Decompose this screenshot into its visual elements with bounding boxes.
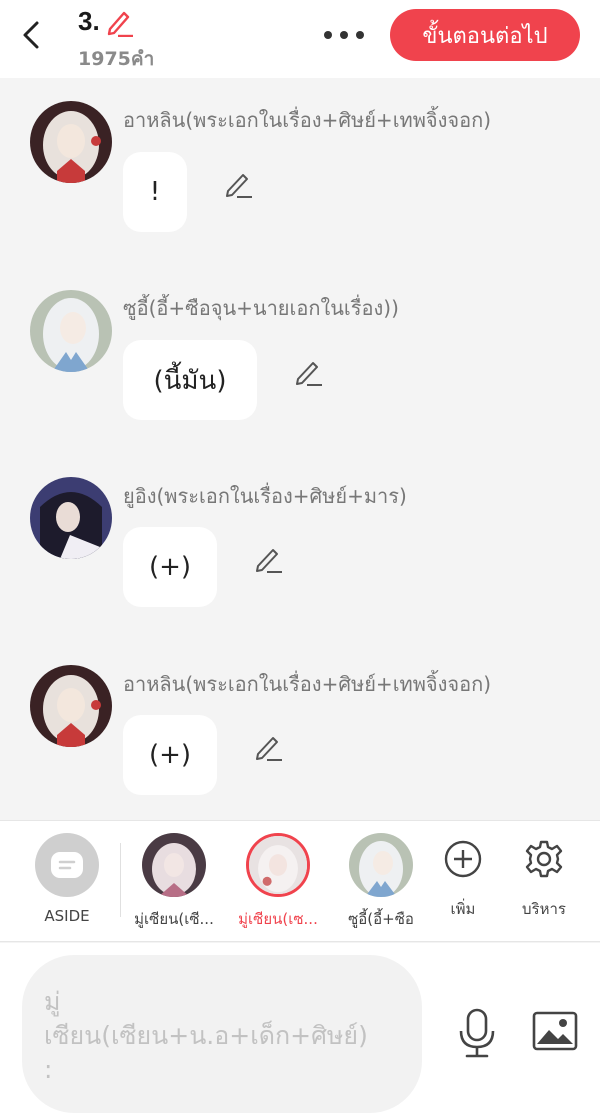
avatar[interactable] [30, 477, 112, 559]
image-icon[interactable] [532, 1011, 578, 1051]
avatar [349, 833, 413, 897]
placeholder-line: มู่ [44, 987, 61, 1016]
gear-icon [525, 840, 563, 878]
next-step-button[interactable]: ขั้นตอนต่อไป [390, 9, 580, 61]
chapter-title: 3. [78, 6, 134, 37]
add-label: เพิ่ม [450, 900, 476, 918]
manage-button[interactable]: บริหาร [510, 839, 578, 921]
add-character-button[interactable]: เพิ่ม [434, 839, 492, 921]
aside-icon [35, 833, 99, 897]
character-label: มู่เซียน(เซี... [134, 910, 214, 928]
character-label: ซูอี้(อี้+ซือ [348, 910, 414, 928]
message-input[interactable]: มู่ เซียน(เซียน+น.อ+เด็ก+ศิษย์) : [22, 955, 422, 1113]
message-bubble[interactable]: ! [123, 152, 187, 232]
speaker-name: อาหลิน(พระเอกในเรื่อง+ศิษย์+เทพจิ้งจอก) [123, 108, 492, 132]
aside-button[interactable]: ASIDE [32, 833, 102, 925]
avatar [142, 833, 206, 897]
word-count: 1975คำ [78, 48, 155, 70]
pencil-icon[interactable] [252, 542, 284, 574]
avatar [246, 833, 310, 897]
character-item[interactable]: มู่เซียน(เซี... [126, 833, 222, 931]
input-bar: มู่ เซียน(เซียน+น.อ+เด็ก+ศิษย์) : [0, 943, 600, 1118]
chapter-number: 3. [78, 6, 100, 36]
character-item-selected[interactable]: มู่เซียน(เซ... [230, 833, 326, 931]
aside-label: ASIDE [44, 907, 90, 925]
speaker-name: ยูอิง(พระเอกในเรื่อง+ศิษย์+มาร) [123, 484, 407, 508]
placeholder-line: : [44, 1055, 53, 1084]
character-bar: ASIDE มู่เซียน(เซี... มู่เซียน(เซ... ซูอ… [0, 820, 600, 942]
plus-circle-icon [444, 840, 482, 878]
manage-label: บริหาร [522, 900, 566, 918]
divider [120, 843, 121, 917]
avatar[interactable] [30, 290, 112, 372]
top-bar: 3. 1975คำ ขั้นตอนต่อไป [0, 0, 600, 78]
avatar[interactable] [30, 101, 112, 183]
character-label: มู่เซียน(เซ... [238, 910, 318, 928]
message-bubble[interactable]: (+) [123, 715, 217, 795]
message-bubble[interactable]: (+) [123, 527, 217, 607]
speaker-name: อาหลิน(พระเอกในเรื่อง+ศิษย์+เทพจิ้งจอก) [123, 672, 492, 696]
pencil-icon[interactable] [222, 167, 254, 199]
pencil-icon[interactable] [104, 7, 134, 37]
pencil-icon[interactable] [252, 730, 284, 762]
avatar[interactable] [30, 665, 112, 747]
microphone-icon[interactable] [455, 1007, 499, 1059]
character-item[interactable]: ซูอี้(อี้+ซือ [334, 833, 428, 931]
message-bubble[interactable]: (นี้มัน) [123, 340, 257, 420]
back-arrow-icon[interactable] [16, 18, 46, 52]
more-dots-icon[interactable] [320, 20, 368, 50]
pencil-icon[interactable] [292, 355, 324, 387]
speaker-name: ซูอี้(อี้+ซือจุน+นายเอกในเรื่อง)) [123, 296, 399, 320]
placeholder-line: เซียน(เซียน+น.อ+เด็ก+ศิษย์) [44, 1021, 368, 1050]
